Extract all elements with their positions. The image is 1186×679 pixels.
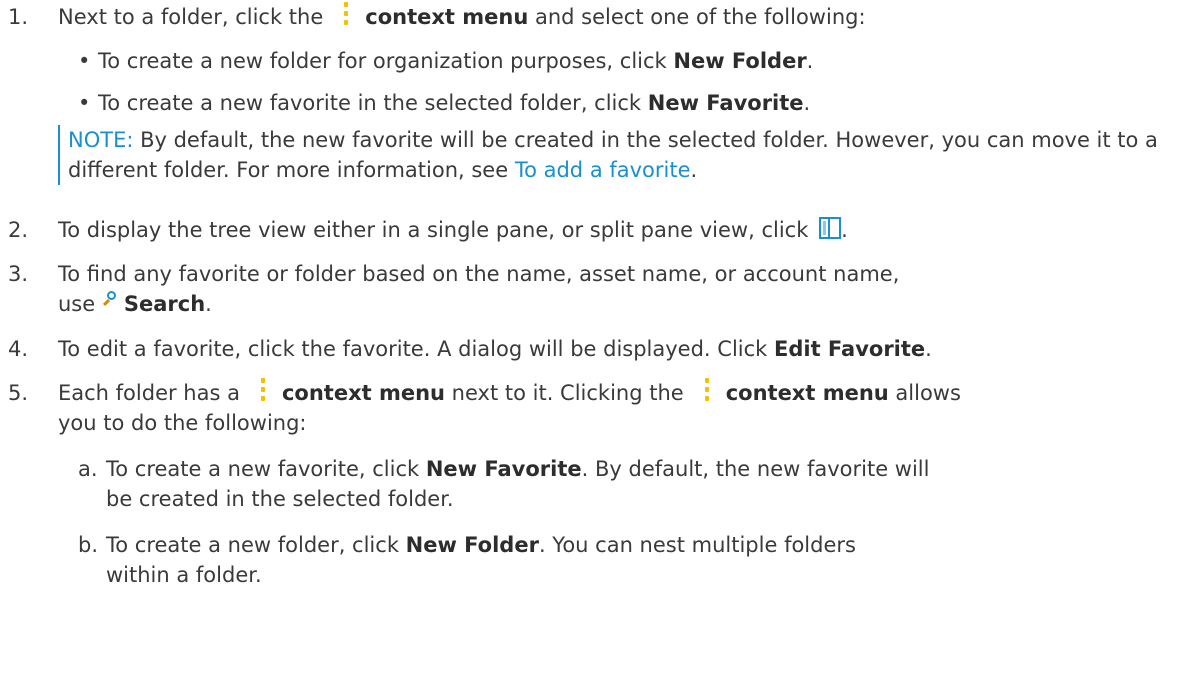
bullet-dot: • xyxy=(78,49,91,73)
new-favorite-term: New Favorite xyxy=(425,457,582,481)
sub-letter: a. xyxy=(78,457,98,481)
step-number: 2. xyxy=(8,218,29,242)
kebab-menu-icon xyxy=(694,378,720,402)
help-document: 1. Next to a folder, click the context me… xyxy=(0,0,1186,679)
bullet-dot: • xyxy=(78,91,91,115)
context-menu-term: context menu xyxy=(365,5,529,29)
step-number: 1. xyxy=(8,5,29,29)
note-callout: NOTE: By default, the new favorite will … xyxy=(58,125,1178,185)
search-icon xyxy=(102,291,120,309)
new-folder-term: New Folder xyxy=(673,49,807,73)
split-pane-icon[interactable] xyxy=(819,217,842,239)
step-number: 4. xyxy=(8,337,29,361)
add-favorite-link[interactable]: To add a favorite xyxy=(515,158,691,182)
step-number: 5. xyxy=(8,381,29,405)
sub-letter: b. xyxy=(78,533,99,557)
kebab-menu-icon xyxy=(250,378,276,402)
note-label: NOTE: xyxy=(68,128,134,152)
search-term: Search xyxy=(123,292,206,316)
new-favorite-term: New Favorite xyxy=(647,91,804,115)
kebab-menu-icon xyxy=(333,2,359,26)
step-text: Next to a folder, click the context menu … xyxy=(58,2,1180,32)
edit-favorite-term: Edit Favorite xyxy=(774,337,926,361)
new-folder-term: New Folder xyxy=(405,533,539,557)
context-menu-term: context menu xyxy=(281,381,445,405)
context-menu-term: context menu xyxy=(725,381,889,405)
step-number: 3. xyxy=(8,262,29,286)
